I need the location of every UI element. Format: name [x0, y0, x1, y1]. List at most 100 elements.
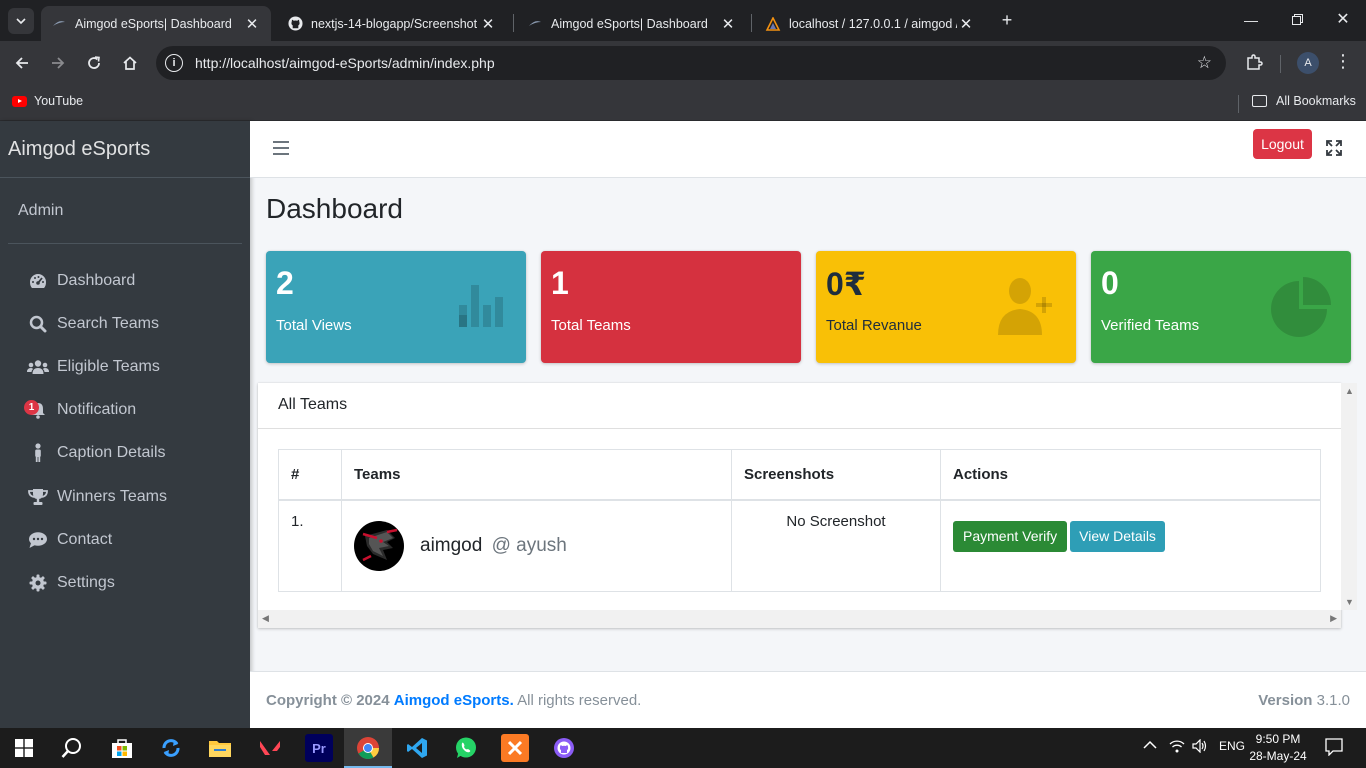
more-options-icon[interactable]: ⋮: [1334, 51, 1352, 72]
scroll-right-arrow-icon[interactable]: ▶: [1330, 613, 1337, 624]
all-teams-card: All Teams # Teams Screenshots Actions 1.…: [258, 383, 1341, 628]
microsoft-store-icon[interactable]: [108, 734, 136, 762]
view-details-button[interactable]: View Details: [1070, 520, 1165, 552]
horizontal-scrollbar[interactable]: ◀ ▶: [258, 610, 1341, 628]
person-icon: [27, 443, 49, 463]
stat-label: Total Revanue: [826, 317, 922, 334]
vscode-icon[interactable]: [403, 734, 431, 762]
sidebar-item-label: Dashboard: [57, 271, 136, 289]
tab-title: Aimgod eSports| Dashboard: [551, 16, 708, 31]
xampp-icon[interactable]: [501, 734, 529, 762]
scroll-down-arrow-icon[interactable]: ▼: [1345, 597, 1354, 607]
payment-verify-button[interactable]: Payment Verify: [953, 520, 1068, 552]
sidebar-item-winners-teams[interactable]: Winners Teams: [0, 475, 250, 518]
volume-icon[interactable]: [1192, 738, 1208, 756]
wifi-icon[interactable]: [1169, 739, 1185, 756]
home-icon[interactable]: [118, 51, 142, 75]
close-icon[interactable]: ✕: [719, 15, 737, 33]
fullscreen-expand-icon[interactable]: [1326, 140, 1344, 158]
sidebar-item-label: Contact: [57, 530, 113, 548]
user-name[interactable]: Admin: [18, 202, 63, 220]
tab-search-button[interactable]: [8, 8, 34, 34]
hamburger-menu-icon[interactable]: [273, 141, 289, 155]
team-title: aimgod: [420, 534, 483, 556]
browser-tab-4[interactable]: localhost / 127.0.0.1 / aimgod / ✕: [755, 6, 985, 41]
brand-link[interactable]: Aimgod eSports: [0, 121, 250, 178]
minimize-icon[interactable]: —: [1240, 8, 1262, 32]
sidebar-item-caption-details[interactable]: Caption Details: [0, 432, 250, 475]
bookmark-star-icon[interactable]: ☆: [1197, 53, 1212, 73]
tab-divider: [513, 14, 514, 32]
copyright-label: Copyright © 2024: [266, 691, 390, 709]
stat-value: 0₹: [826, 266, 867, 302]
team-cell: aimgod @ ayush: [341, 499, 732, 592]
toolbar-divider: [1280, 55, 1281, 73]
search-icon[interactable]: [58, 734, 86, 762]
taskbar-clock[interactable]: 9:50 PM 28-May-24: [1248, 731, 1308, 765]
sidebar-item-dashboard[interactable]: Dashboard: [0, 259, 250, 302]
sidebar-item-label: Eligible Teams: [57, 357, 160, 375]
sidebar-item-label: Notification: [57, 401, 137, 419]
forward-arrow-icon[interactable]: [46, 51, 70, 75]
premiere-pro-icon[interactable]: Pr: [305, 734, 333, 762]
users-icon: [27, 357, 49, 377]
tray-chevron-up-icon[interactable]: [1143, 739, 1157, 753]
new-tab-plus-icon[interactable]: +: [996, 8, 1018, 32]
whatsapp-icon[interactable]: [452, 734, 480, 762]
teams-table: # Teams Screenshots Actions 1. aimgod @ …: [278, 449, 1321, 592]
browser-tab-3[interactable]: Aimgod eSports| Dashboard ✕: [517, 6, 747, 41]
window-close-icon[interactable]: ✕: [1332, 8, 1354, 32]
back-arrow-icon[interactable]: [10, 51, 34, 75]
gear-icon: [27, 573, 49, 593]
close-icon[interactable]: ✕: [243, 15, 261, 33]
site-info-icon[interactable]: i: [165, 54, 183, 72]
team-name: aimgod @ ayush: [420, 535, 567, 557]
sidebar-item-search-teams[interactable]: Search Teams: [0, 302, 250, 345]
chrome-icon[interactable]: [344, 734, 392, 768]
address-bar[interactable]: i http://localhost/aimgod-eSports/admin/…: [156, 46, 1226, 80]
browser-toolbar: i http://localhost/aimgod-eSports/admin/…: [0, 41, 1366, 85]
stat-value: 2: [276, 265, 294, 301]
column-header: Screenshots: [731, 449, 941, 501]
sidebar-item-eligible-teams[interactable]: Eligible Teams: [0, 345, 250, 388]
logout-button[interactable]: Logout: [1253, 129, 1312, 159]
card-title: All Teams: [258, 383, 1341, 429]
browser-tab-1[interactable]: Aimgod eSports| Dashboard ✕: [41, 6, 271, 41]
bar-chart-icon: [442, 271, 512, 341]
sidebar-item-contact[interactable]: Contact: [0, 518, 250, 561]
scroll-left-arrow-icon[interactable]: ◀: [262, 613, 269, 624]
tachometer-icon: [27, 271, 49, 291]
valorant-icon[interactable]: [256, 734, 284, 762]
url-text[interactable]: http://localhost/aimgod-eSports/admin/in…: [195, 55, 495, 71]
browser-tab-2[interactable]: nextjs-14-blogapp/Screenshot ✕: [277, 6, 507, 41]
github-icon: [287, 16, 303, 32]
stat-label: Total Teams: [551, 317, 631, 334]
windows-start-icon[interactable]: [10, 734, 38, 762]
restore-icon[interactable]: [1286, 8, 1308, 32]
page-title: Dashboard: [266, 193, 403, 224]
team-logo-avatar: [354, 520, 404, 571]
stat-box-total-revenue: 0₹ Total Revanue: [816, 251, 1076, 363]
vertical-scrollbar[interactable]: ▲ ▼: [1341, 383, 1357, 610]
bookmark-youtube[interactable]: YouTube: [12, 94, 83, 108]
top-navbar: Logout: [250, 121, 1366, 178]
site-favicon-icon: [51, 16, 67, 32]
profile-avatar[interactable]: A: [1297, 52, 1319, 74]
scroll-up-arrow-icon[interactable]: ▲: [1345, 386, 1354, 396]
rights-text: All rights reserved.: [517, 691, 642, 709]
table-row: 1. aimgod @ ayush No Screenshot Payment …: [278, 499, 1321, 592]
footer-brand-link[interactable]: Aimgod eSports.: [394, 692, 514, 709]
language-indicator[interactable]: ENG: [1219, 739, 1245, 753]
close-icon[interactable]: ✕: [479, 15, 497, 33]
sync-app-icon[interactable]: [157, 734, 185, 762]
close-icon[interactable]: ✕: [957, 15, 975, 33]
all-bookmarks-button[interactable]: All Bookmarks: [1252, 94, 1356, 108]
sidebar-item-settings[interactable]: Settings: [0, 561, 250, 604]
file-explorer-icon[interactable]: [206, 734, 234, 762]
github-desktop-icon[interactable]: [550, 734, 578, 762]
notification-center-icon[interactable]: [1325, 738, 1343, 759]
sidebar-item-notification[interactable]: 1 Notification: [0, 389, 250, 432]
reload-icon[interactable]: [82, 51, 106, 75]
extensions-puzzle-icon[interactable]: [1244, 53, 1264, 73]
user-panel[interactable]: Admin: [8, 178, 242, 244]
